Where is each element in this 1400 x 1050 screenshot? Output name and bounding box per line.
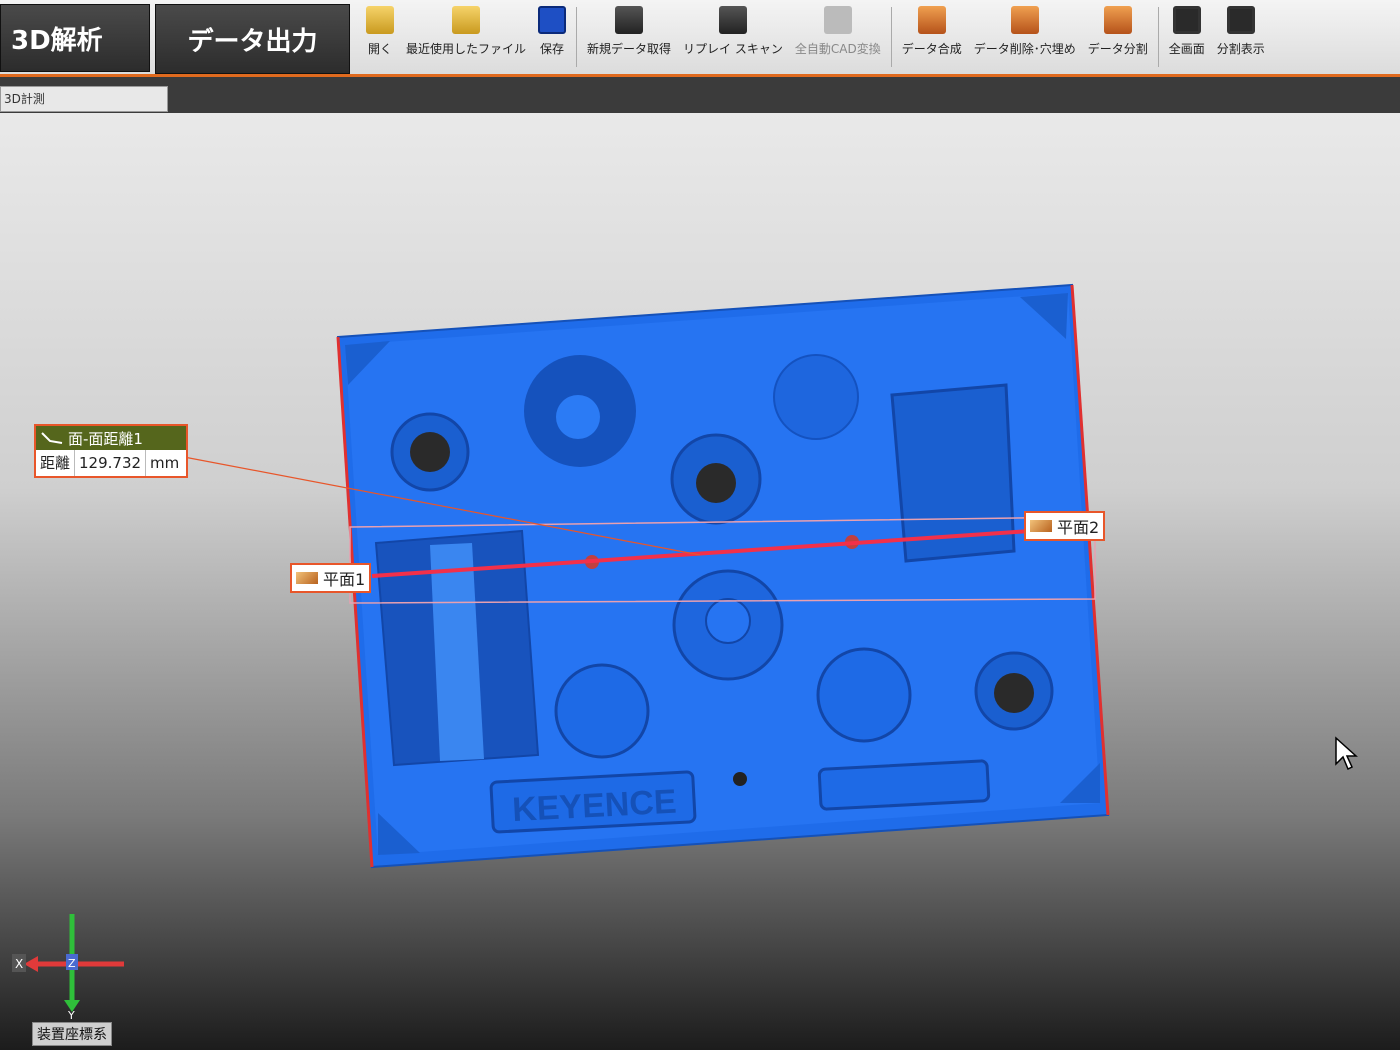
folder-open-icon [366, 6, 394, 34]
measurement-unit: mm [150, 454, 180, 472]
plane2-label[interactable]: 平面2 [1024, 511, 1106, 541]
measurement-result-box[interactable]: 面-面距離1 距離 129.732 mm [34, 424, 188, 478]
data-split-button[interactable]: データ分割 [1082, 4, 1154, 70]
round-pocket [554, 663, 650, 759]
cad-convert-button[interactable]: 全自動CAD変換 [789, 4, 887, 70]
cone-boss [556, 395, 600, 439]
fullscreen-icon [1172, 6, 1201, 34]
data-delete-label: データ削除･穴埋め [973, 42, 1076, 56]
measurement-field-label: 距離 [36, 450, 76, 476]
recent-files-button[interactable]: 最近使用したファイル [400, 4, 532, 70]
mode-tab-data-export[interactable]: データ出力 [155, 4, 350, 74]
sphere-feature [773, 354, 859, 440]
toolbar-separator [576, 7, 578, 67]
boss-center [705, 598, 751, 644]
small-hole [733, 772, 747, 786]
round-pocket [816, 647, 912, 743]
split-view-label: 分割表示 [1216, 42, 1265, 56]
fullscreen-button[interactable]: 全画面 [1163, 4, 1211, 70]
data-delete-icon [1010, 6, 1039, 34]
hole [994, 673, 1034, 713]
logo-plate [817, 759, 991, 811]
new-scan-button[interactable]: 新規データ取得 [581, 4, 677, 70]
x-axis-label: X [15, 957, 23, 971]
fullscreen-label: 全画面 [1168, 42, 1205, 56]
cad-convert-label: 全自動CAD変換 [794, 42, 881, 56]
split-view-icon [1226, 6, 1255, 34]
plane-icon [1030, 520, 1052, 532]
z-axis-label: Z [68, 957, 76, 970]
hole [410, 432, 450, 472]
plane-icon [296, 572, 318, 584]
measurement-row: 距離 129.732 mm [36, 450, 186, 476]
save-label: 保存 [540, 42, 565, 56]
hole [696, 463, 736, 503]
3d-viewport[interactable]: KEYENCE [0, 113, 1400, 1050]
document-tab-strip: 3D計測 [0, 77, 1400, 113]
replay-scan-button[interactable]: リプレイ スキャン [677, 4, 789, 70]
new-scan-icon [615, 6, 644, 34]
replay-scan-label: リプレイ スキャン [683, 42, 783, 56]
mouse-cursor-icon [1335, 736, 1358, 771]
recent-files-icon [452, 6, 480, 34]
data-split-label: データ分割 [1087, 42, 1148, 56]
3d-scene[interactable]: KEYENCE [0, 113, 1400, 1050]
new-scan-label: 新規データ取得 [587, 42, 672, 56]
main-toolbar: 3D解析 データ出力 開く 最近使用したファイル 保存 新規データ取得 リプレイ… [0, 0, 1400, 77]
plane1-label[interactable]: 平面1 [290, 563, 372, 593]
save-icon [538, 6, 567, 34]
measurement-value: 129.732 [75, 450, 147, 476]
recent-files-label: 最近使用したファイル [406, 42, 527, 56]
split-view-button[interactable]: 分割表示 [1211, 4, 1271, 70]
replay-scan-icon [718, 6, 747, 34]
distance-icon [41, 432, 63, 444]
data-split-icon [1103, 6, 1132, 34]
y-axis-label: Y [67, 1009, 75, 1020]
toolbar-buttons: 開く 最近使用したファイル 保存 新規データ取得 リプレイ スキャン 全自動CA… [360, 4, 1271, 70]
data-merge-label: データ合成 [901, 42, 962, 56]
coordinate-system-label: 装置座標系 [32, 1022, 112, 1046]
save-button[interactable]: 保存 [532, 4, 572, 70]
coordinate-axes: X Z Y [12, 914, 124, 1020]
open-button[interactable]: 開く [360, 4, 400, 70]
data-merge-icon [917, 6, 946, 34]
tab-3d-measure[interactable]: 3D計測 [0, 86, 168, 112]
toolbar-separator [890, 7, 892, 67]
data-merge-button[interactable]: データ合成 [896, 4, 968, 70]
plane1-name: 平面1 [323, 570, 366, 589]
measurement-title: 面-面距離1 [68, 429, 143, 448]
mode-tab-3d-analysis[interactable]: 3D解析 [0, 4, 150, 72]
toolbar-separator [1157, 7, 1159, 67]
measurement-header: 面-面距離1 [36, 426, 186, 450]
cad-convert-icon [823, 6, 852, 34]
plane2-name: 平面2 [1057, 518, 1100, 537]
open-label: 開く [367, 42, 392, 56]
data-delete-button[interactable]: データ削除･穴埋め [968, 4, 1082, 70]
